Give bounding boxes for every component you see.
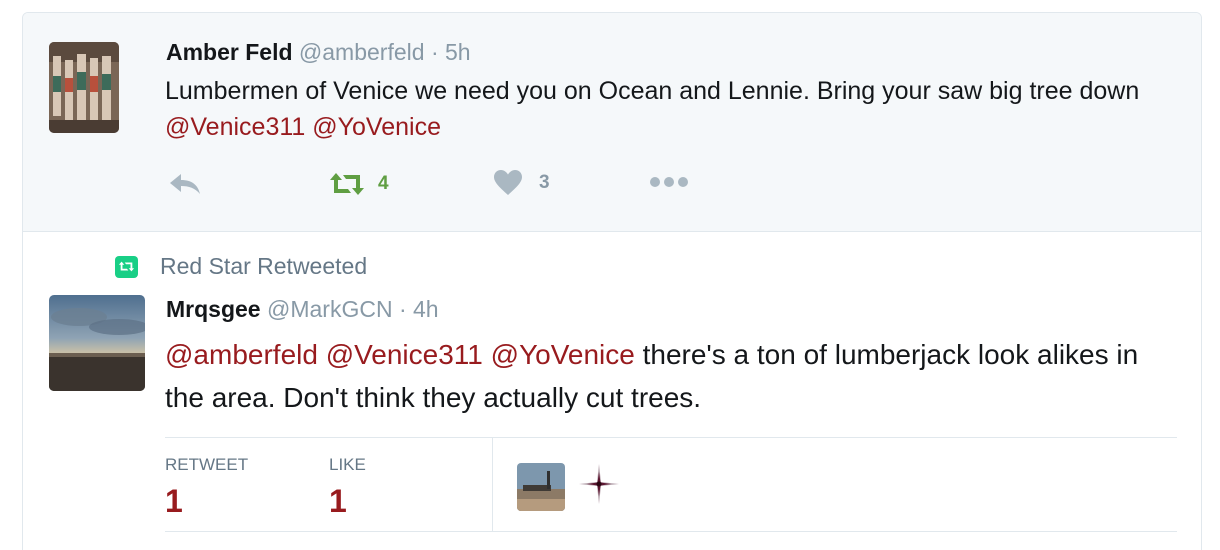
retweet-button[interactable]: 4 (328, 171, 389, 197)
liker-avatar-sparkle[interactable] (577, 462, 621, 511)
liker-avatar-photo[interactable] (517, 462, 565, 511)
heart-icon (494, 170, 522, 195)
mention-yovenice[interactable]: @YoVenice (312, 113, 441, 141)
reply-button[interactable] (167, 171, 203, 197)
retweet-icon (330, 173, 364, 195)
timeline: Amber Feld @amberfeld · 5h Lumbermen of … (22, 12, 1202, 550)
tweet-timestamp[interactable]: 5h (445, 39, 471, 65)
mention-yovenice[interactable]: @YoVenice (491, 339, 635, 370)
tweet-stats: RETWEET 1 LIKE 1 (165, 437, 1177, 532)
like-stat-label: LIKE (329, 455, 366, 474)
retweeted-by-label: Red Star Retweeted (160, 253, 368, 279)
avatar-amberfeld[interactable] (49, 42, 119, 133)
author-name[interactable]: Mrqsgee (166, 296, 261, 322)
tweet-text: @amberfeld @Venice311 @YoVenice there's … (165, 333, 1165, 419)
sparkle-avatar-icon (579, 464, 619, 504)
avatar-markgcn[interactable] (49, 295, 145, 391)
author-handle[interactable]: @amberfeld (299, 39, 425, 65)
separator-dot: · (398, 296, 407, 322)
author-name[interactable]: Amber Feld (166, 39, 293, 65)
retweeted-badge-icon (115, 255, 138, 278)
mention-amberfeld[interactable]: @amberfeld (165, 339, 318, 370)
retweet-count: 4 (378, 173, 389, 194)
more-button[interactable] (649, 175, 689, 189)
separator-dot: · (430, 39, 439, 65)
liker-avatars (517, 462, 621, 511)
tweet-header: Amber Feld @amberfeld · 5h (166, 39, 471, 66)
author-handle[interactable]: @MarkGCN (267, 296, 393, 322)
tweet-text: Lumbermen of Venice we need you on Ocean… (165, 73, 1165, 145)
tweet-amberfeld[interactable]: Amber Feld @amberfeld · 5h Lumbermen of … (23, 13, 1201, 232)
like-count: 3 (539, 172, 550, 193)
retweet-stat-count[interactable]: 1 (165, 483, 183, 520)
more-icon (650, 177, 688, 187)
mention-venice311[interactable]: @Venice311 (165, 113, 305, 141)
like-stat-count[interactable]: 1 (329, 483, 347, 520)
retweet-stat-label: RETWEET (165, 455, 249, 474)
stats-divider (492, 438, 493, 532)
tweet-header: Mrqsgee @MarkGCN · 4h (166, 296, 439, 323)
retweet-context[interactable]: Red Star Retweeted (115, 253, 367, 280)
tweet-text-body: Lumbermen of Venice we need you on Ocean… (165, 77, 1140, 105)
reply-icon (170, 174, 200, 194)
like-button[interactable]: 3 (493, 169, 550, 197)
tweet-timestamp[interactable]: 4h (413, 296, 439, 322)
mention-venice311[interactable]: @Venice311 (326, 339, 483, 370)
